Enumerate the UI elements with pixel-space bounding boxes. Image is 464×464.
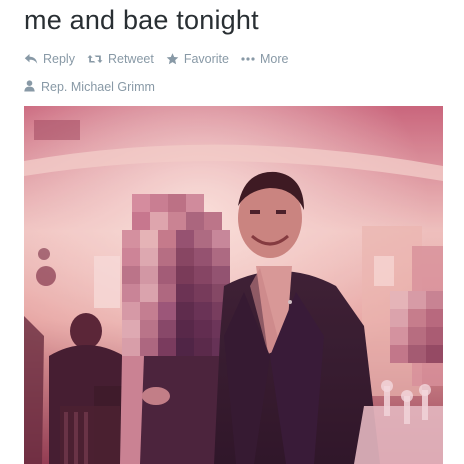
retweet-button[interactable]: Retweet xyxy=(87,52,154,66)
more-button[interactable]: More xyxy=(241,52,288,66)
reply-icon xyxy=(24,53,38,65)
favorite-button[interactable]: Favorite xyxy=(166,52,229,66)
star-icon xyxy=(166,53,179,65)
tweet-photo[interactable] xyxy=(24,106,443,464)
reply-button[interactable]: Reply xyxy=(24,52,75,66)
more-label: More xyxy=(259,52,289,66)
author-name: Rep. Michael Grimm xyxy=(41,80,155,94)
more-dots-icon xyxy=(241,53,255,65)
favorite-label: Favorite xyxy=(183,52,229,66)
tweet-text: me and bae tonight xyxy=(24,5,259,35)
tweet-actions: Reply Retweet Favorite More xyxy=(24,50,300,68)
tweet-author[interactable]: Rep. Michael Grimm xyxy=(24,79,155,95)
retweet-icon xyxy=(87,53,103,65)
photo-image xyxy=(24,106,443,464)
reply-label: Reply xyxy=(43,52,75,66)
retweet-label: Retweet xyxy=(107,52,154,66)
person-icon xyxy=(24,79,35,95)
